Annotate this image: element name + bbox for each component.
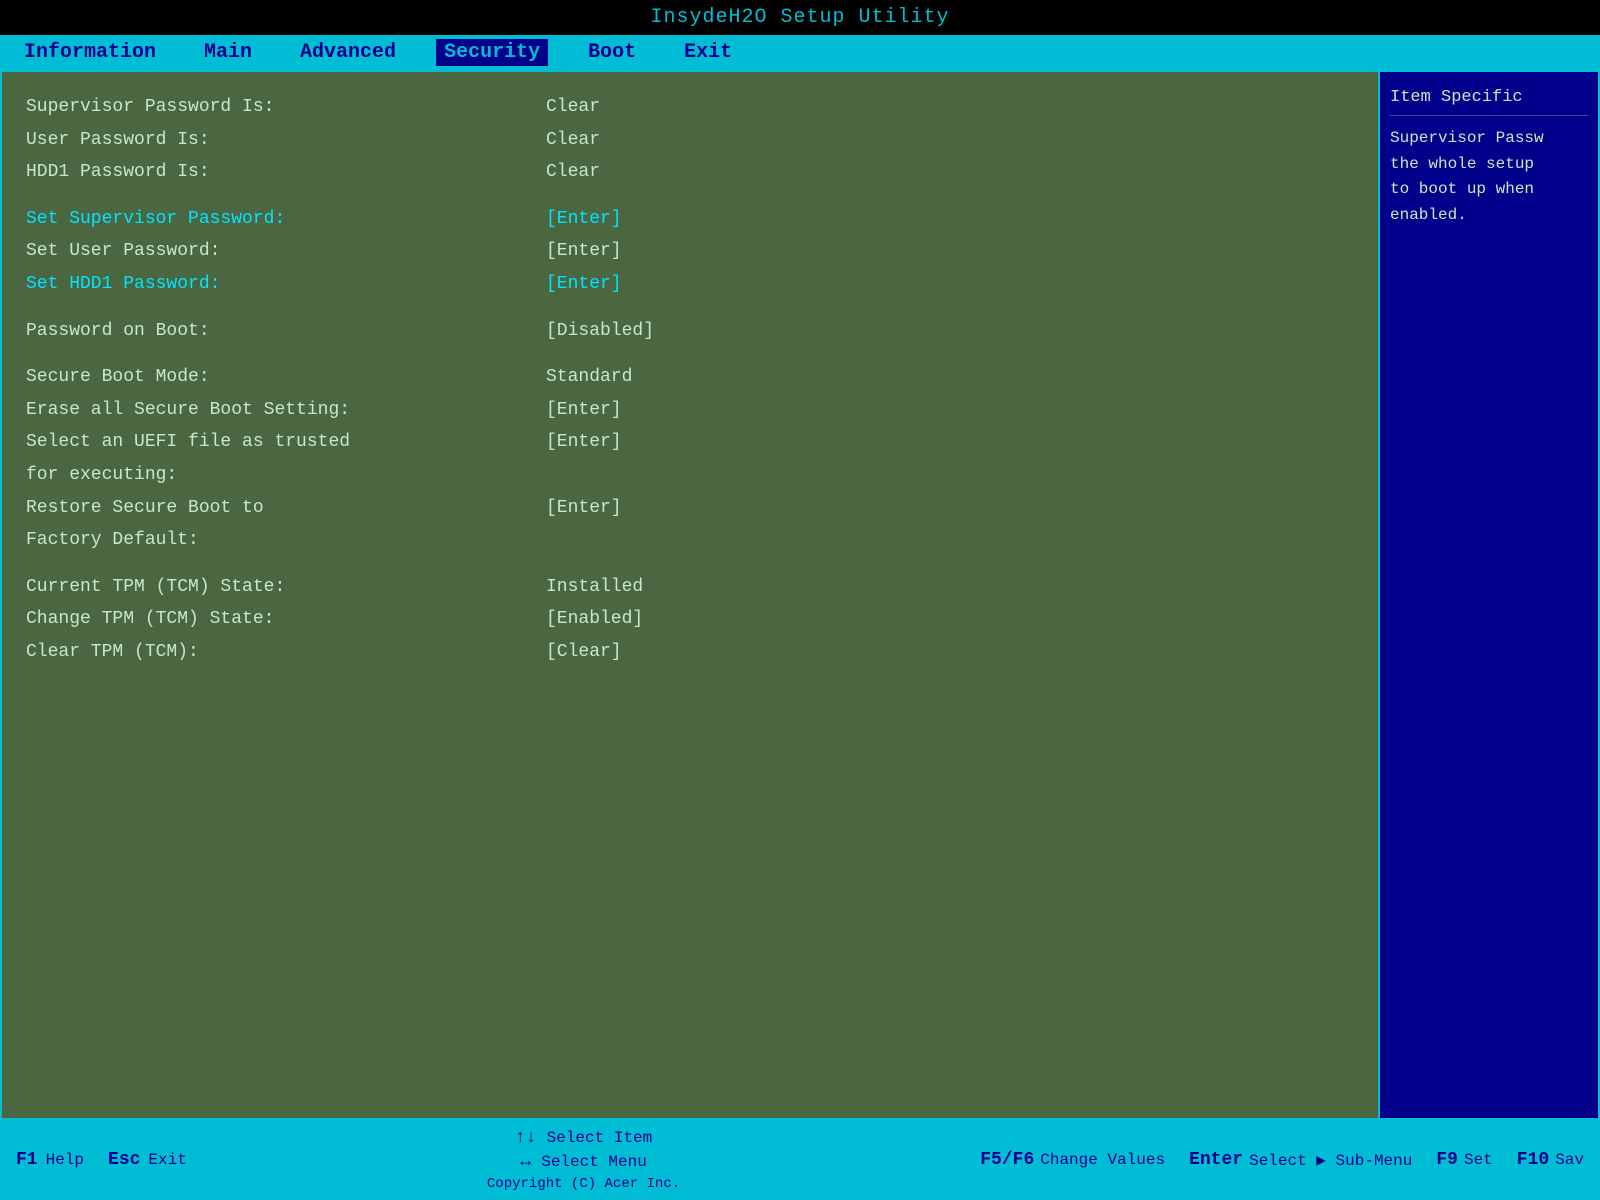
left-panel: Supervisor Password Is:ClearUser Passwor… bbox=[2, 72, 1378, 1118]
f1-desc: Help bbox=[46, 1151, 84, 1169]
f9-key: F9 bbox=[1436, 1150, 1458, 1170]
setting-label-4: Set Supervisor Password: bbox=[26, 204, 546, 235]
setting-value-4[interactable]: [Enter] bbox=[546, 204, 622, 235]
f1-key: F1 bbox=[16, 1150, 38, 1170]
spacer-3 bbox=[26, 190, 1354, 204]
setting-row-0: Supervisor Password Is:Clear bbox=[26, 92, 1354, 123]
setting-label-2: HDD1 Password Is: bbox=[26, 157, 546, 188]
bottom-bar: F1 Help Esc Exit ↑↓ Select Item ↔ Select… bbox=[0, 1120, 1600, 1200]
menu-item-security[interactable]: Security bbox=[436, 39, 548, 66]
setting-label-6: Set HDD1 Password: bbox=[26, 269, 546, 300]
setting-label-13: for executing: bbox=[26, 460, 546, 491]
setting-value-12[interactable]: [Enter] bbox=[546, 427, 622, 458]
setting-row-11: Erase all Secure Boot Setting:[Enter] bbox=[26, 395, 1354, 426]
setting-value-10: Standard bbox=[546, 362, 632, 393]
content-area: Supervisor Password Is:ClearUser Passwor… bbox=[0, 70, 1600, 1120]
panel-text: Supervisor Passwthe whole setupto boot u… bbox=[1390, 126, 1588, 228]
setting-value-1: Clear bbox=[546, 125, 600, 156]
menu-item-advanced[interactable]: Advanced bbox=[292, 39, 404, 66]
setting-value-0: Clear bbox=[546, 92, 600, 123]
menu-item-boot[interactable]: Boot bbox=[580, 39, 644, 66]
esc-desc: Exit bbox=[148, 1151, 186, 1169]
spacer-7 bbox=[26, 302, 1354, 316]
leftright-desc: Select Menu bbox=[541, 1153, 647, 1171]
setting-label-0: Supervisor Password Is: bbox=[26, 92, 546, 123]
f1-help: F1 Help bbox=[16, 1150, 84, 1170]
setting-value-18[interactable]: [Enabled] bbox=[546, 604, 643, 635]
f9-block: F9 Set bbox=[1436, 1150, 1492, 1170]
setting-row-8: Password on Boot:[Disabled] bbox=[26, 316, 1354, 347]
title-bar: InsydeH2O Setup Utility bbox=[0, 0, 1600, 35]
menu-item-main[interactable]: Main bbox=[196, 39, 260, 66]
setting-row-4: Set Supervisor Password:[Enter] bbox=[26, 204, 1354, 235]
setting-row-2: HDD1 Password Is:Clear bbox=[26, 157, 1354, 188]
setting-row-18: Change TPM (TCM) State:[Enabled] bbox=[26, 604, 1354, 635]
setting-row-6: Set HDD1 Password:[Enter] bbox=[26, 269, 1354, 300]
f5f6-block: F5/F6 Change Values bbox=[980, 1150, 1165, 1170]
setting-label-1: User Password Is: bbox=[26, 125, 546, 156]
esc-key: Esc bbox=[108, 1150, 140, 1170]
setting-label-17: Current TPM (TCM) State: bbox=[26, 572, 546, 603]
enter-block: Enter Select ▶ Sub-Menu bbox=[1189, 1150, 1412, 1170]
setting-label-8: Password on Boot: bbox=[26, 316, 546, 347]
f5f6-desc: Change Values bbox=[1040, 1151, 1165, 1169]
setting-label-12: Select an UEFI file as trusted bbox=[26, 427, 546, 458]
setting-row-10: Secure Boot Mode:Standard bbox=[26, 362, 1354, 393]
leftright-key: ↔ bbox=[520, 1152, 531, 1172]
setting-value-5[interactable]: [Enter] bbox=[546, 236, 622, 267]
f5f6-key: F5/F6 bbox=[980, 1150, 1034, 1170]
panel-title: Item Specific bbox=[1390, 84, 1588, 116]
setting-row-1: User Password Is:Clear bbox=[26, 125, 1354, 156]
enter-key: Enter bbox=[1189, 1150, 1243, 1170]
setting-row-17: Current TPM (TCM) State:Installed bbox=[26, 572, 1354, 603]
menu-item-exit[interactable]: Exit bbox=[676, 39, 740, 66]
updown-desc: Select Item bbox=[547, 1129, 653, 1147]
setting-value-19[interactable]: [Clear] bbox=[546, 637, 622, 668]
setting-label-15: Factory Default: bbox=[26, 525, 546, 556]
enter-desc: Select ▶ Sub-Menu bbox=[1249, 1150, 1412, 1170]
menu-item-information[interactable]: Information bbox=[16, 39, 164, 66]
setting-value-8[interactable]: [Disabled] bbox=[546, 316, 654, 347]
spacer-9 bbox=[26, 348, 1354, 362]
f10-key: F10 bbox=[1517, 1150, 1549, 1170]
setting-label-14: Restore Secure Boot to bbox=[26, 493, 546, 524]
spacer-16 bbox=[26, 558, 1354, 572]
copyright: Copyright (C) Acer Inc. bbox=[211, 1176, 956, 1192]
setting-label-11: Erase all Secure Boot Setting: bbox=[26, 395, 546, 426]
setting-row-14: Restore Secure Boot to[Enter] bbox=[26, 493, 1354, 524]
setting-value-2: Clear bbox=[546, 157, 600, 188]
setting-value-17: Installed bbox=[546, 572, 643, 603]
title-text: InsydeH2O Setup Utility bbox=[650, 6, 949, 29]
right-panel: Item Specific Supervisor Passwthe whole … bbox=[1378, 72, 1598, 1118]
f9-desc: Set bbox=[1464, 1151, 1493, 1169]
setting-value-6[interactable]: [Enter] bbox=[546, 269, 622, 300]
f10-desc: Sav bbox=[1555, 1151, 1584, 1169]
setting-label-5: Set User Password: bbox=[26, 236, 546, 267]
setting-row-13: for executing: bbox=[26, 460, 1354, 491]
f10-block: F10 Sav bbox=[1517, 1150, 1584, 1170]
setting-value-11[interactable]: [Enter] bbox=[546, 395, 622, 426]
setting-row-5: Set User Password:[Enter] bbox=[26, 236, 1354, 267]
setting-value-14[interactable]: [Enter] bbox=[546, 493, 622, 524]
setting-label-18: Change TPM (TCM) State: bbox=[26, 604, 546, 635]
esc-exit: Esc Exit bbox=[108, 1150, 187, 1170]
setting-row-15: Factory Default: bbox=[26, 525, 1354, 556]
menu-bar: Information Main Advanced Security Boot … bbox=[0, 35, 1600, 70]
setting-row-19: Clear TPM (TCM):[Clear] bbox=[26, 637, 1354, 668]
setting-label-19: Clear TPM (TCM): bbox=[26, 637, 546, 668]
bottom-right-keys: F5/F6 Change Values Enter Select ▶ Sub-M… bbox=[980, 1150, 1584, 1170]
setting-label-10: Secure Boot Mode: bbox=[26, 362, 546, 393]
setting-row-12: Select an UEFI file as trusted[Enter] bbox=[26, 427, 1354, 458]
updown-key: ↑↓ bbox=[515, 1128, 537, 1148]
